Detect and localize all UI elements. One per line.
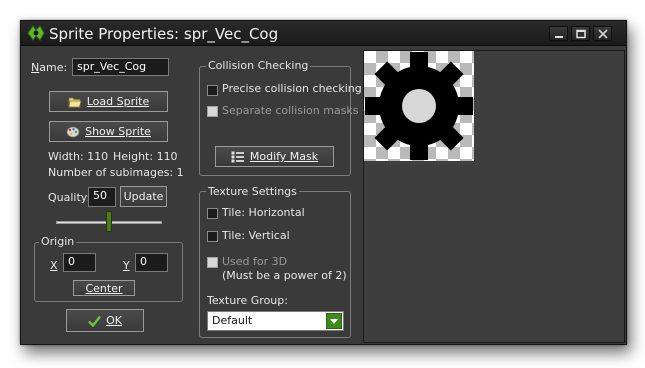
load-sprite-label: Load Sprite	[86, 95, 150, 108]
height-text: Height: 110	[113, 150, 178, 163]
origin-y-label: Y	[123, 259, 130, 272]
modify-mask-button[interactable]: Modify Mask	[215, 146, 334, 167]
modify-mask-label: Modify Mask	[249, 150, 319, 163]
origin-x-field[interactable]: 0	[63, 253, 96, 272]
sprite-canvas	[364, 51, 474, 161]
update-button[interactable]: Update	[120, 186, 167, 207]
close-button[interactable]	[593, 26, 612, 41]
separate-masks-checkbox[interactable]	[207, 106, 218, 117]
tile-vertical-label[interactable]: Tile: Vertical	[222, 229, 290, 242]
mask-list-icon	[231, 151, 244, 162]
cog-icon	[365, 52, 473, 160]
quality-slider-thumb[interactable]	[106, 211, 112, 232]
power-of-two-note: (Must be a power of 2)	[222, 269, 347, 282]
minimize-button[interactable]	[549, 26, 568, 41]
sprite-properties-window: Sprite Properties: spr_Vec_Cog Name: spr…	[20, 20, 627, 345]
texture-group-value: Default	[212, 314, 253, 327]
tile-horizontal-label[interactable]: Tile: Horizontal	[222, 206, 305, 219]
maximize-button[interactable]	[571, 26, 590, 41]
subimages-text: Number of subimages: 1	[48, 166, 184, 179]
ok-button[interactable]: OK	[66, 309, 144, 332]
name-field[interactable]: spr_Vec_Cog	[72, 58, 169, 76]
title-bar[interactable]: Sprite Properties: spr_Vec_Cog	[21, 21, 626, 46]
minimize-icon	[555, 36, 563, 38]
close-icon	[598, 29, 608, 39]
folder-icon	[68, 97, 82, 107]
used-for-3d-checkbox[interactable]	[207, 257, 218, 268]
tile-horizontal-checkbox[interactable]	[207, 208, 218, 219]
texture-group-select[interactable]: Default	[207, 311, 344, 331]
ok-label: OK	[106, 314, 122, 327]
show-sprite-button[interactable]: Show Sprite	[49, 121, 168, 142]
center-button[interactable]: Center	[73, 280, 135, 296]
precise-collision-label[interactable]: Precise collision checking	[222, 82, 362, 95]
maximize-icon	[576, 29, 586, 39]
palette-icon	[66, 126, 80, 137]
origin-y-field[interactable]: 0	[135, 253, 168, 272]
sprite-preview-pane	[363, 50, 625, 343]
show-sprite-label: Show Sprite	[85, 125, 151, 138]
separate-masks-label[interactable]: Separate collision masks	[222, 104, 359, 117]
name-label: Name:	[31, 61, 68, 74]
center-label: Center	[85, 281, 123, 295]
dropdown-arrow-button[interactable]	[326, 313, 342, 329]
load-sprite-button[interactable]: Load Sprite	[49, 91, 168, 112]
texture-group-label: Texture Group:	[207, 294, 288, 307]
update-label: Update	[123, 190, 164, 203]
origin-legend: Origin	[39, 235, 77, 248]
quality-field[interactable]: 50	[88, 187, 116, 207]
app-logo-icon	[27, 25, 45, 41]
used-for-3d-label[interactable]: Used for 3D	[222, 255, 287, 268]
width-text: Width: 110	[48, 150, 109, 163]
origin-x-label: X	[50, 259, 58, 272]
window-title: Sprite Properties: spr_Vec_Cog	[49, 25, 279, 43]
quality-label: Quality:	[48, 191, 91, 204]
collision-legend: Collision Checking	[206, 59, 311, 72]
checkmark-icon	[88, 315, 102, 327]
tile-vertical-checkbox[interactable]	[207, 231, 218, 242]
chevron-down-icon	[330, 319, 338, 324]
precise-collision-checkbox[interactable]	[207, 85, 218, 96]
texture-legend: Texture Settings	[206, 185, 299, 198]
